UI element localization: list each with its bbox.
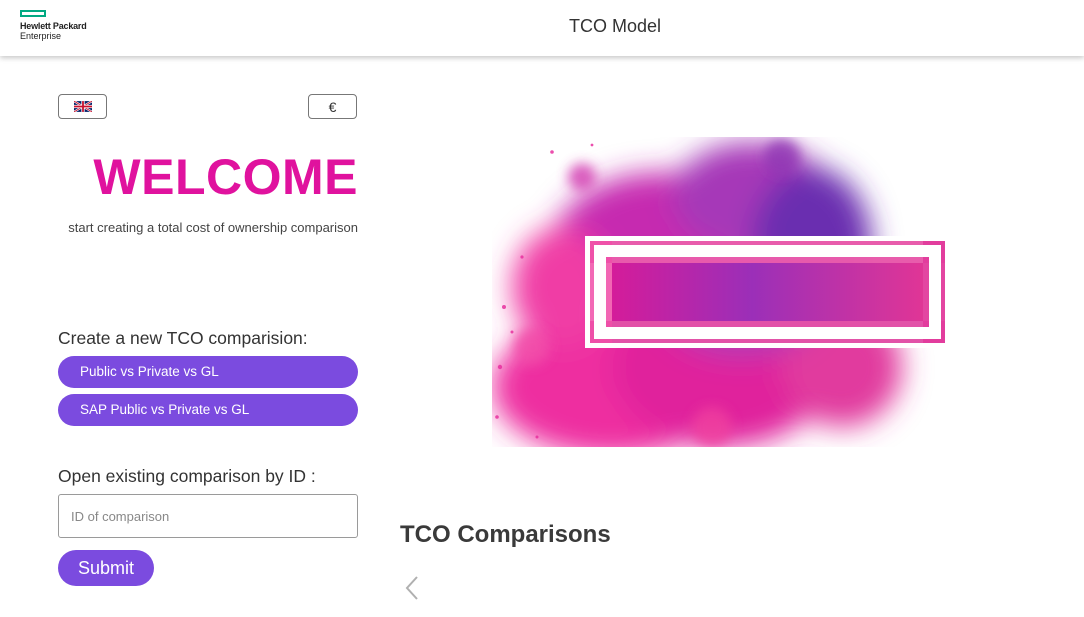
hero-paint-splash-image <box>492 137 946 447</box>
language-selector-button[interactable] <box>58 94 107 119</box>
submit-button[interactable]: Submit <box>58 550 154 586</box>
chevron-left-icon[interactable] <box>402 574 422 602</box>
create-public-private-gl-button[interactable]: Public vs Private vs GL <box>58 356 358 388</box>
app-title: TCO Model <box>568 16 662 36</box>
welcome-subtitle: start creating a total cost of ownership… <box>68 220 358 235</box>
currency-selector-button[interactable]: € <box>308 94 357 119</box>
create-sap-public-private-gl-button[interactable]: SAP Public vs Private vs GL <box>58 394 358 426</box>
uk-flag-icon <box>73 101 92 112</box>
comparison-id-input[interactable] <box>58 494 358 538</box>
create-comparison-label: Create a new TCO comparision: <box>58 328 308 348</box>
app-header: Hewlett Packard Enterprise TCO Model <box>0 0 1084 56</box>
tco-comparisons-title: TCO Comparisons <box>400 521 611 548</box>
welcome-heading: WELCOME <box>93 149 358 205</box>
open-comparison-label: Open existing comparison by ID : <box>58 466 316 486</box>
